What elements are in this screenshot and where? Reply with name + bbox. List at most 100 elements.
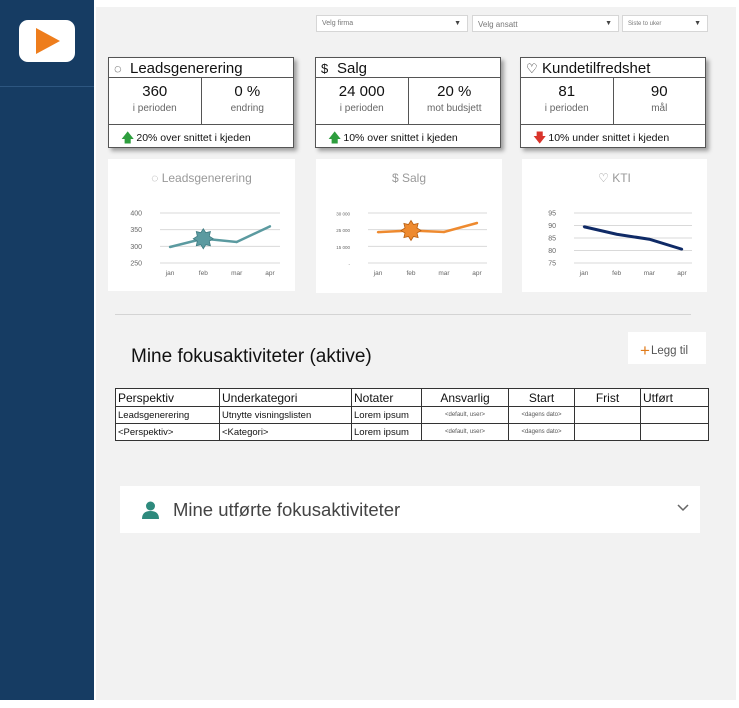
kpi-value-cell: 360 i perioden [109, 78, 202, 124]
table-cell[interactable]: <Kategori> [219, 423, 352, 441]
chevron-down-icon: ▼ [694, 20, 701, 27]
kpi-value-cell: 24 000 i perioden [316, 78, 409, 124]
kpi-value: 20 % [437, 83, 472, 100]
chart-leads[interactable]: ◌ Leadsgenerering 400 350 300 250 jan feb mar a… [108, 159, 295, 291]
y-tick-label: 30 000 [336, 212, 350, 217]
kpi-title-text: Leadsgenerering [130, 60, 243, 77]
table-cell[interactable]: Lorem ipsum [351, 406, 422, 424]
table-cell[interactable] [574, 406, 641, 424]
column-header: Utført [640, 388, 709, 407]
table-cell[interactable]: <default, user> [421, 423, 509, 441]
completed-activities-panel[interactable]: Mine utførte fokusaktiviteter [120, 486, 700, 533]
table-cell[interactable]: Lorem ipsum [351, 423, 422, 441]
highlight-marker [400, 219, 422, 242]
table-cell[interactable]: Utnytte visningslisten [219, 406, 352, 424]
kpi-title-text: Salg [337, 60, 368, 77]
y-tick-label: 350 [130, 227, 142, 234]
data-point [680, 248, 684, 251]
table-cell[interactable]: <dagens dato> [508, 423, 575, 441]
kpi-title: $ Salg [316, 58, 500, 78]
kpi-footer: 🡅 10% over snittet i kjeden [316, 125, 500, 151]
x-tick-label: jan [373, 270, 383, 277]
kpi-value-label: endring [230, 103, 264, 114]
data-point [168, 245, 172, 249]
kpi-value: 24 000 [338, 83, 385, 100]
person-icon [142, 501, 159, 519]
arrow-up-icon: 🡅 [328, 130, 342, 145]
kpi-title-text: Kundetilfredshet [542, 60, 651, 77]
data-point [376, 230, 380, 234]
app-logo[interactable] [19, 20, 75, 62]
kpi-value: 90 [650, 83, 668, 100]
data-point [268, 225, 272, 228]
x-tick-label: apr [677, 270, 687, 277]
kpi-value-label: i perioden [544, 103, 589, 114]
period-select-label: Siste to uker [628, 21, 662, 27]
y-tick-label: 15 000 [336, 245, 350, 250]
kpi-value-label: i perioden [339, 103, 384, 114]
kpi-card-salg[interactable]: $ Salg 24 000 i perioden 20 % mot budsjett … [315, 57, 501, 148]
kpi-footer-text: 20% over snittet i kjeden [136, 132, 251, 144]
dotted-circle-icon: ◌ [114, 61, 122, 76]
table-cell[interactable] [640, 406, 709, 424]
kpi-values: 81 i perioden 90 mål [521, 78, 705, 125]
table-cell[interactable]: <Perspektiv> [115, 423, 220, 441]
table-cell[interactable] [574, 423, 641, 441]
column-header: Ansvarlig [421, 388, 509, 407]
table-row[interactable]: Leadsgenerering Utnytte visningslisten L… [115, 406, 709, 424]
kpi-title: ◌ Leadsgenerering [109, 58, 293, 78]
heart-icon: ♡ [526, 61, 538, 76]
y-tick-label: 85 [548, 236, 556, 243]
highlight-marker [192, 227, 215, 250]
table-row[interactable]: <Perspektiv> <Kategori> Lorem ipsum <def… [115, 423, 709, 441]
x-tick-label: feb [406, 270, 415, 277]
kpi-value-cell: 0 % endring [202, 78, 294, 124]
table-header-row: Perspektiv Underkategori Notater Ansvarl… [115, 388, 709, 407]
x-tick-label: feb [612, 270, 621, 277]
add-activity-button[interactable]: +Legg til [628, 332, 706, 364]
section-title: Mine fokusaktiviteter (aktive) [131, 346, 372, 367]
y-tick-label: 80 [548, 248, 556, 255]
kpi-values: 360 i perioden 0 % endring [109, 78, 293, 125]
kpi-card-kundetilfredshet[interactable]: ♡ Kundetilfredshet 81 i perioden 90 mål 🡇 10… [520, 57, 706, 148]
company-select[interactable]: Velg firma ▼ [316, 15, 468, 32]
table-cell[interactable] [640, 423, 709, 441]
kpi-value-label: mål [651, 103, 668, 114]
data-point [442, 230, 446, 234]
x-tick-label: mar [644, 270, 656, 277]
plus-icon: + [640, 341, 650, 360]
employee-select-label: Velg ansatt [478, 20, 518, 29]
kpi-values: 24 000 i perioden 20 % mot budsjett [316, 78, 500, 125]
chart-title: ♡ KTI [522, 171, 707, 185]
kpi-value-cell: 81 i perioden [521, 78, 614, 124]
period-select[interactable]: Siste to uker ▼ [622, 15, 708, 32]
employee-select[interactable]: Velg ansatt ▼ [472, 15, 619, 32]
play-icon [36, 28, 60, 54]
arrow-down-icon: 🡇 [533, 130, 547, 145]
company-select-label: Velg firma [322, 20, 354, 27]
column-header: Notater [351, 388, 422, 407]
kpi-value: 360 [142, 83, 168, 100]
kpi-value: 0 % [234, 83, 261, 100]
table-cell[interactable]: <dagens dato> [508, 406, 575, 424]
dollar-icon: $ [391, 171, 402, 185]
data-point [475, 221, 479, 225]
arrow-up-icon: 🡅 [121, 130, 135, 145]
chevron-down-icon[interactable] [676, 500, 690, 514]
dollar-icon: $ [321, 61, 329, 76]
y-tick-label: 75 [548, 261, 556, 268]
kpi-title: ♡ Kundetilfredshet [521, 58, 705, 78]
column-header: Underkategori [219, 388, 352, 407]
kpi-card-leads[interactable]: ◌ Leadsgenerering 360 i perioden 0 % endrin… [108, 57, 294, 148]
x-tick-label: mar [438, 270, 450, 277]
table-cell[interactable]: <default, user> [421, 406, 509, 424]
x-tick-label: jan [579, 270, 589, 277]
chevron-down-icon: ▼ [454, 20, 461, 27]
completed-activities-title: Mine utførte fokusaktiviteter [173, 499, 401, 520]
chart-kti[interactable]: ♡ KTI 95 90 85 80 75 jan feb mar apr [522, 159, 707, 292]
chart-title: ◌ Leadsgenerering [108, 171, 295, 185]
chart-salg[interactable]: $ Salg 30 000 25 000 15 000 - jan feb mar apr [316, 159, 502, 293]
table-cell[interactable]: Leadsgenerering [115, 406, 220, 424]
y-tick-label: 400 [130, 211, 142, 218]
kpi-value-cell: 20 % mot budsjett [409, 78, 501, 124]
